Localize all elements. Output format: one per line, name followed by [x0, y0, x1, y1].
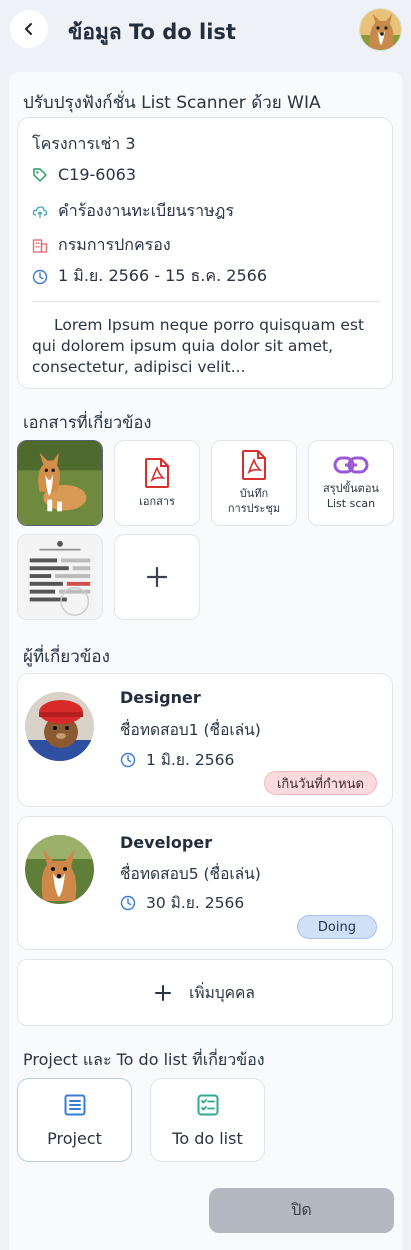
add-person-button[interactable]: เพิ่มบุคคล [17, 959, 393, 1026]
document-label: สรุปขั้นตอน List scan [323, 481, 379, 511]
clock-icon [32, 269, 48, 285]
avatar [25, 692, 94, 761]
document-image-scan[interactable] [17, 534, 103, 620]
person-name: ชื่อทดสอบ1 (ชื่อเล่น) [120, 721, 261, 739]
related-project-label: Project [47, 1128, 102, 1148]
link-icon [333, 456, 369, 474]
document-label-line1: สรุปขั้นตอน [323, 482, 379, 495]
task-category: คำร้องงานทะเบียนราษฎร [58, 201, 234, 220]
cloud-icon [32, 204, 48, 220]
document-label: บันทึก การประชุม [228, 486, 280, 516]
status-badge: Doing [296, 915, 377, 939]
person-card-developer[interactable]: Developer ชื่อทดสอบ5 (ชื่อเล่น) 30 มิ.ย.… [17, 816, 393, 950]
person-date-row: 30 มิ.ย. 2566 [120, 890, 244, 915]
document-label-line2: List scan [326, 497, 376, 510]
task-description: Lorem Ipsum neque porro quisquam est qui… [32, 316, 365, 376]
related-todo-label: To do list [172, 1128, 243, 1148]
dog-photo-icon [18, 441, 102, 525]
project-row: โครงการเช่า 3 [32, 132, 136, 157]
related-title: Project และ To do list ที่เกี่ยวข้อง [23, 1050, 265, 1069]
person-date: 1 มิ.ย. 2566 [146, 751, 235, 769]
building-icon [32, 238, 48, 254]
pdf-icon [242, 450, 266, 480]
add-person-label: เพิ่มบุคคล [189, 984, 255, 1002]
document-photo-icon [18, 535, 102, 619]
document-pdf-1[interactable]: เอกสาร [114, 440, 200, 526]
task-info-card: โครงการเช่า 3 C19-6063 คำร้องงานทะเบียนร… [17, 117, 393, 389]
document-label: เอกสาร [139, 494, 175, 508]
category-row: คำร้องงานทะเบียนราษฎร [32, 199, 234, 224]
related-todo-button[interactable]: To do list [150, 1078, 265, 1162]
date-row: 1 มิ.ย. 2566 - 15 ธ.ค. 2566 [32, 264, 267, 289]
plus-icon [146, 566, 168, 588]
document-label-line2: การประชุม [227, 502, 281, 515]
add-document-button[interactable] [114, 534, 200, 620]
person-card-designer[interactable]: Designer ชื่อทดสอบ1 (ชื่อเล่น) 1 มิ.ย. 2… [17, 673, 393, 807]
chevron-left-icon [25, 23, 32, 35]
project-name: โครงการเช่า 3 [32, 134, 136, 153]
task-code: C19-6063 [58, 165, 137, 184]
documents-title: เอกสารที่เกี่ยวข้อง [23, 413, 152, 432]
document-link[interactable]: สรุปขั้นตอน List scan [308, 440, 394, 526]
close-button[interactable]: ปิด [209, 1188, 394, 1233]
department-row: กรมการปกครอง [32, 233, 171, 258]
list-icon [64, 1094, 85, 1115]
person-name: ชื่อทดสอบ5 (ชื่อเล่น) [120, 865, 261, 883]
status-badge: เกินวันที่กำหนด [263, 771, 377, 795]
user-avatar[interactable] [359, 8, 402, 51]
app-header: ข้อมูล To do list [0, 0, 411, 62]
clock-icon [120, 895, 136, 911]
task-date-range: 1 มิ.ย. 2566 - 15 ธ.ค. 2566 [58, 266, 267, 285]
plus-icon [155, 984, 172, 1001]
back-button[interactable] [10, 10, 48, 48]
avatar [25, 835, 94, 904]
related-project-button[interactable]: Project [17, 1078, 132, 1162]
pdf-icon [145, 457, 169, 488]
document-image-dog[interactable] [17, 440, 103, 526]
page-title: ข้อมูล To do list [68, 20, 236, 44]
clock-icon [120, 752, 136, 768]
checklist-icon [197, 1094, 218, 1115]
tag-icon [32, 167, 48, 183]
person-role: Designer [120, 688, 201, 707]
task-department: กรมการปกครอง [58, 235, 171, 254]
task-title: ปรับปรุงฟังก์ชั่น List Scanner ด้วย WIA [23, 93, 321, 113]
person-role: Developer [120, 833, 213, 852]
code-row: C19-6063 [32, 165, 136, 184]
document-pdf-2[interactable]: บันทึก การประชุม [211, 440, 297, 526]
person-date: 30 มิ.ย. 2566 [146, 894, 245, 912]
person-date-row: 1 มิ.ย. 2566 [120, 747, 234, 772]
document-label-line1: บันทึก [239, 487, 269, 500]
divider [32, 301, 380, 302]
people-title: ผู้ที่เกี่ยวข้อง [23, 647, 110, 667]
